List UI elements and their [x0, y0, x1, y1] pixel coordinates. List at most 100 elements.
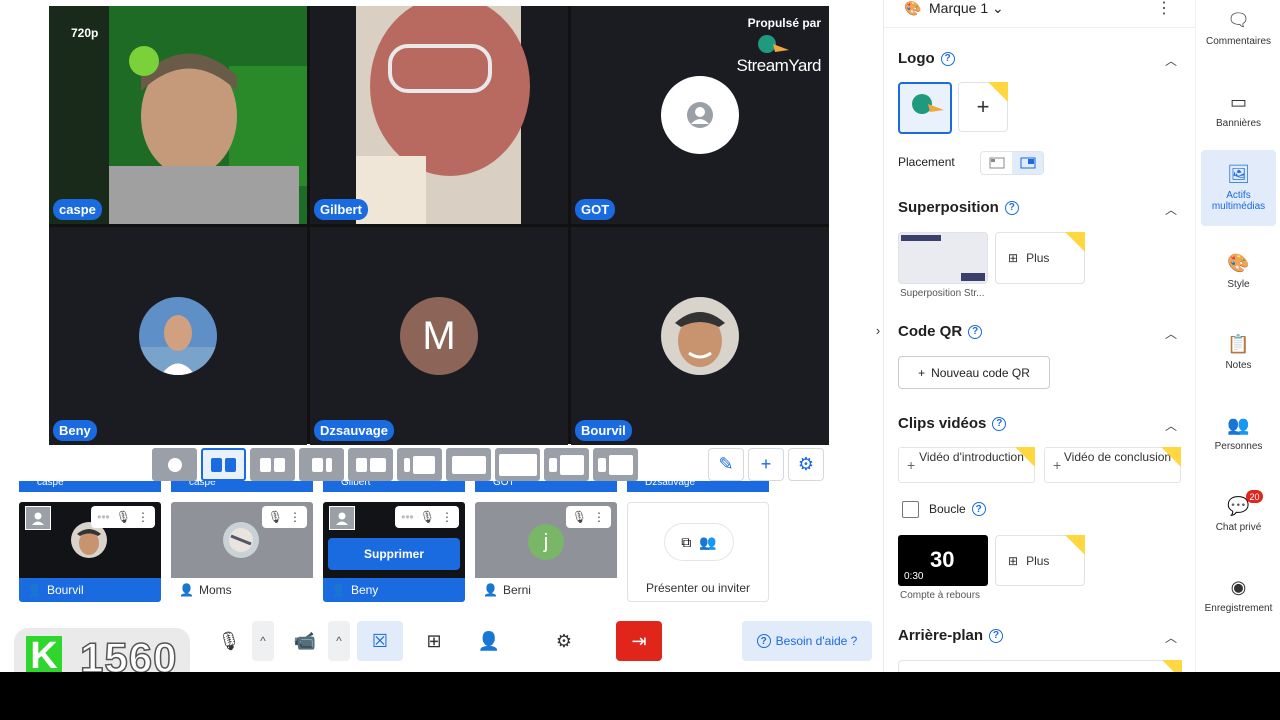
add-layout-button[interactable]: +: [748, 448, 784, 481]
outro-video-button[interactable]: + Vidéo de conclusion: [1044, 447, 1181, 483]
layout-group-button[interactable]: [201, 448, 246, 481]
panel-collapse-chevron-icon[interactable]: ›: [873, 318, 883, 342]
background-thumb[interactable]: [898, 660, 1182, 672]
card-controls: 🎙 ⋮: [261, 506, 307, 528]
logo-thumb[interactable]: [898, 82, 952, 134]
mic-button[interactable]: 🎙: [206, 621, 252, 661]
invite-card[interactable]: ⧉ 👥 Présenter ou inviter: [627, 502, 769, 602]
tile-gilbert[interactable]: Gilbert: [310, 6, 568, 224]
backstage-card-beny[interactable]: ••• 🎙 ⋮ Supprimer 👤 Beny: [323, 502, 465, 602]
stage-tools: ✎ + ⚙: [708, 448, 824, 481]
mic-icon[interactable]: 🎙: [116, 510, 131, 524]
collapse-chevron-icon[interactable]: ︿: [1165, 629, 1177, 646]
palette-icon: 🎨: [1227, 253, 1250, 273]
countdown-clip[interactable]: 30 0:30: [898, 535, 988, 586]
help-icon[interactable]: ?: [989, 628, 1004, 643]
nav-comments[interactable]: 🗨 Commentaires: [1201, 10, 1276, 47]
more-options-icon[interactable]: ⋮: [441, 510, 453, 524]
bottom-bar: [0, 672, 1280, 720]
nav-private-chat[interactable]: 💬 20 Chat privé: [1201, 490, 1276, 533]
layout-news-button[interactable]: [299, 448, 344, 481]
more-options-icon[interactable]: ⋮: [137, 510, 149, 524]
nav-banners[interactable]: ▭ Bannières: [1201, 92, 1276, 129]
nav-style[interactable]: 🎨 Style: [1201, 253, 1276, 290]
layout-solo-button[interactable]: [152, 448, 197, 481]
powered-by: Propulsé par: [747, 16, 821, 30]
layout-grid-button[interactable]: [544, 448, 589, 481]
premium-star-icon: [988, 82, 1008, 102]
invite-guest-button[interactable]: 👤: [466, 621, 512, 661]
layout-screen-left-button[interactable]: [397, 448, 442, 481]
collapse-chevron-icon[interactable]: ︿: [1165, 325, 1177, 342]
backstage-card-bourvil[interactable]: ••• 🎙 ⋮ 👤 Bourvil: [19, 502, 161, 602]
card-name: Beny: [350, 583, 379, 597]
help-icon[interactable]: ?: [992, 416, 1007, 431]
participant-name: Dzsauvage: [314, 420, 394, 441]
nav-recording[interactable]: ◉ Enregistrement: [1201, 577, 1276, 614]
help-button[interactable]: ? Besoin d'aide ?: [742, 621, 872, 661]
overlay-thumb[interactable]: [898, 232, 988, 284]
tile-dzsauvage[interactable]: M Dzsauvage: [310, 227, 568, 445]
mic-icon[interactable]: 🎙: [572, 510, 587, 524]
mic-options-chevron-icon[interactable]: ^: [252, 621, 274, 661]
card-label: 👤 Berni: [475, 578, 617, 602]
help-icon[interactable]: ?: [1004, 200, 1019, 215]
placement-right-icon[interactable]: [1012, 152, 1043, 174]
premium-star-icon: [1065, 535, 1085, 555]
layout-spotlight-button[interactable]: [250, 448, 295, 481]
help-icon[interactable]: ?: [968, 324, 983, 339]
settings-button[interactable]: ⚙: [541, 621, 587, 661]
hide-self-button[interactable]: ☒: [357, 621, 403, 661]
more-options-icon[interactable]: ⋮: [593, 510, 605, 524]
help-icon[interactable]: ?: [971, 502, 986, 516]
help-icon[interactable]: ?: [940, 51, 955, 66]
edit-pencil-icon[interactable]: ✎: [708, 448, 744, 481]
collapse-chevron-icon[interactable]: ︿: [1165, 201, 1177, 218]
layout-split-button[interactable]: [348, 448, 393, 481]
camera-button[interactable]: 📹: [282, 621, 328, 661]
camera-options-chevron-icon[interactable]: ^: [328, 621, 350, 661]
card-label: 👤 Bourvil: [19, 578, 161, 602]
mic-icon[interactable]: 🎙: [268, 510, 283, 524]
loop-checkbox[interactable]: [902, 501, 919, 518]
remove-button[interactable]: Supprimer: [328, 538, 460, 570]
person-icon: 👤: [179, 583, 194, 597]
new-qr-label: Nouveau code QR: [931, 365, 1030, 380]
layout-full-button[interactable]: [495, 448, 540, 481]
camera-off-icon[interactable]: [329, 506, 355, 530]
layout-pip-button[interactable]: [593, 448, 638, 481]
share-screen-button[interactable]: ⊞: [411, 621, 457, 661]
new-qr-button[interactable]: + Nouveau code QR: [898, 356, 1050, 389]
tile-beny[interactable]: Beny: [49, 227, 307, 445]
clips-more-button[interactable]: ⊞ Plus: [995, 535, 1085, 586]
backstage-card-moms[interactable]: 🎙 ⋮ 👤 Moms: [171, 502, 313, 602]
tile-got[interactable]: Propulsé par StreamYard GOT: [571, 6, 829, 224]
comment-icon: 🗨: [1227, 10, 1250, 30]
brand-header[interactable]: 🎨 Marque 1 ⌄ ⋮: [884, 0, 1195, 28]
tile-bourvil[interactable]: Bourvil: [571, 227, 829, 445]
layout-screen-button[interactable]: [446, 448, 491, 481]
more-options-icon[interactable]: ⋮: [289, 510, 301, 524]
mic-icon[interactable]: 🎙: [420, 510, 435, 524]
nav-media-assets[interactable]: 🖼 Actifs multimédias: [1201, 150, 1276, 226]
card-name: Moms: [198, 583, 232, 597]
placement-left-icon[interactable]: [981, 152, 1012, 174]
avatar: [139, 297, 217, 375]
intro-video-button[interactable]: + Vidéo d'introduction: [898, 447, 1035, 483]
nav-people[interactable]: 👥 Personnes: [1201, 415, 1276, 452]
more-options-icon[interactable]: ⋮: [1156, 0, 1172, 18]
hide-icon: ☒: [371, 630, 389, 651]
overlay-caption: Superposition Str...: [900, 288, 985, 299]
nav-label: Personnes: [1214, 441, 1263, 452]
nav-notes[interactable]: 📋 Notes: [1201, 334, 1276, 371]
leave-studio-button[interactable]: ⇥: [616, 621, 662, 661]
add-logo-button[interactable]: +: [958, 82, 1008, 132]
stage-settings-gear-icon[interactable]: ⚙: [788, 448, 824, 481]
collapse-chevron-icon[interactable]: ︿: [1165, 417, 1177, 434]
collapse-chevron-icon[interactable]: ︿: [1165, 52, 1177, 69]
camera-off-icon[interactable]: [25, 506, 51, 530]
overlay-more-button[interactable]: ⊞ Plus: [995, 232, 1085, 284]
tile-caspe[interactable]: 720p caspe: [49, 6, 307, 224]
plus-icon: +: [918, 365, 926, 380]
backstage-card-berni[interactable]: j 🎙 ⋮ 👤 Berni: [475, 502, 617, 602]
